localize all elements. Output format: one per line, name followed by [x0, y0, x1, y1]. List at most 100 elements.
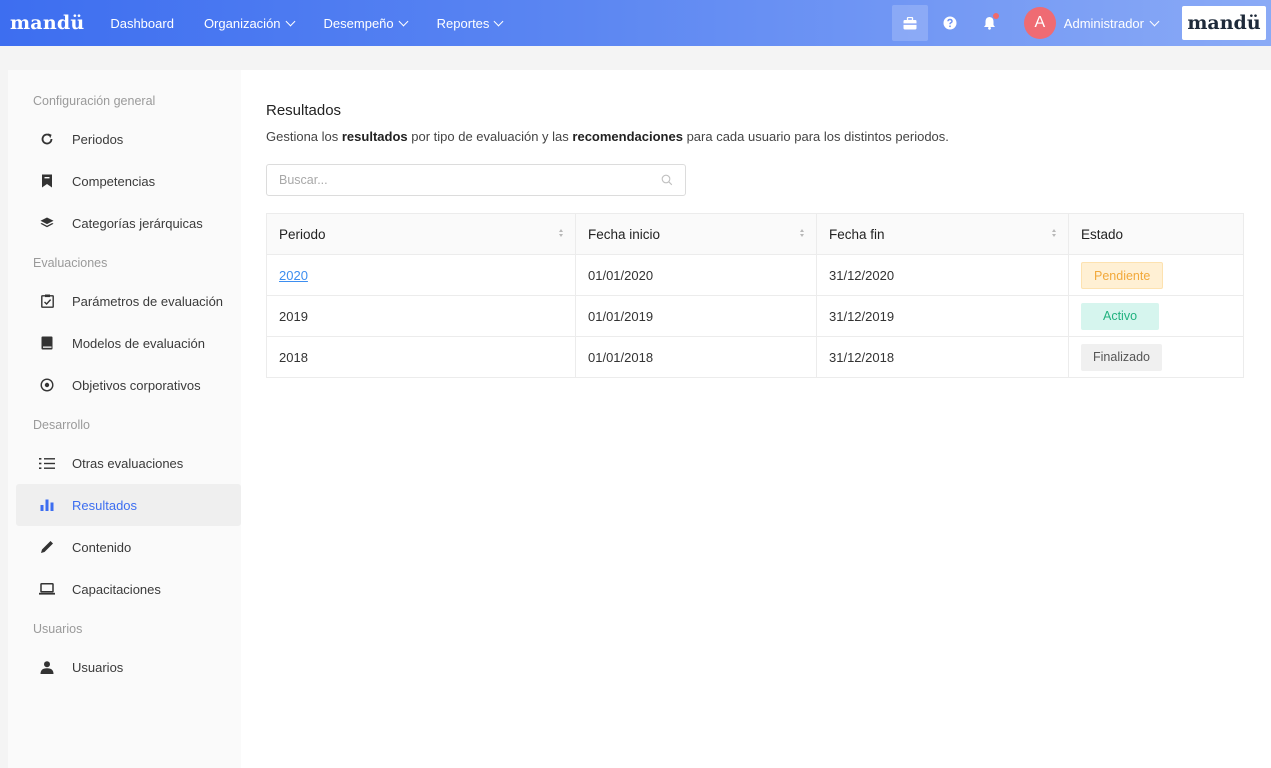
- table-row: 2019 01/01/2019 31/12/2019 Activo: [266, 295, 1244, 337]
- nav-label: Organización: [203, 15, 281, 31]
- user-menu[interactable]: Administrador: [1063, 15, 1160, 31]
- description-text: para cada usuario para los distintos per…: [682, 129, 949, 144]
- description-text: por tipo de evaluación y las: [407, 129, 573, 144]
- sidebar-item-usuarios[interactable]: Usuarios: [16, 646, 241, 688]
- nav-organizacion[interactable]: Organización: [203, 15, 295, 31]
- briefcase-icon: [903, 16, 917, 29]
- sidebar-section-title: Evaluaciones: [33, 256, 108, 270]
- column-header-label: Periodo: [279, 226, 326, 242]
- sidebar-item-label: Usuarios: [72, 659, 124, 675]
- sidebar-section-title: Configuración general: [33, 94, 156, 108]
- chevron-down-icon: [398, 16, 409, 26]
- cell-periodo: 2019: [266, 295, 576, 337]
- column-header-estado: Estado: [1068, 213, 1244, 255]
- sort-icon[interactable]: [1052, 229, 1056, 237]
- user-icon: [38, 658, 56, 676]
- cell-fecha-inicio: 01/01/2018: [575, 336, 817, 378]
- column-header-label: Estado: [1081, 226, 1124, 242]
- column-header-label: Fecha fin: [829, 226, 885, 242]
- cell-periodo: 2018: [266, 336, 576, 378]
- cell-periodo: 2020: [266, 254, 576, 296]
- sort-icon[interactable]: [559, 229, 563, 237]
- cell-estado: Pendiente: [1068, 254, 1244, 296]
- status-badge: Pendiente: [1081, 261, 1164, 289]
- top-right-actions: A Administrador mandü: [891, 0, 1271, 46]
- nav-label: Desempeño: [323, 15, 394, 31]
- cell-estado: Activo: [1068, 295, 1244, 337]
- sidebar-item-label: Contenido: [72, 539, 132, 555]
- sidebar: Configuración general Periodos Competenc…: [8, 70, 241, 768]
- sidebar-item-categorias[interactable]: Categorías jerárquicas: [16, 202, 241, 244]
- list-icon: [38, 454, 56, 472]
- briefcase-button[interactable]: [891, 5, 928, 41]
- refresh-icon: [38, 130, 56, 148]
- bar-chart-icon: [38, 496, 56, 514]
- sidebar-item-capacitaciones[interactable]: Capacitaciones: [16, 568, 241, 610]
- column-header-label: Fecha inicio: [588, 226, 661, 242]
- description-bold: recomendaciones: [572, 129, 683, 144]
- bookmark-icon: [38, 172, 56, 190]
- sidebar-item-otras-evaluaciones[interactable]: Otras evaluaciones: [16, 442, 241, 484]
- notification-dot: [992, 13, 999, 19]
- sidebar-item-label: Otras evaluaciones: [72, 455, 184, 471]
- cell-fecha-inicio: 01/01/2020: [575, 254, 817, 296]
- sidebar-item-resultados[interactable]: Resultados: [16, 484, 241, 526]
- checklist-icon: [38, 292, 56, 310]
- sidebar-item-parametros[interactable]: Parámetros de evaluación: [16, 280, 241, 322]
- page-description: Gestiona los resultados por tipo de eval…: [266, 129, 1249, 144]
- layers-icon: [38, 214, 56, 232]
- user-name-label: Administrador: [1063, 15, 1144, 31]
- main-content: Resultados Gestiona los resultados por t…: [241, 70, 1271, 768]
- sidebar-item-periodos[interactable]: Periodos: [16, 118, 241, 160]
- top-navbar: mandü Dashboard Organización Desempeño R…: [0, 0, 1271, 46]
- sidebar-item-competencias[interactable]: Competencias: [16, 160, 241, 202]
- avatar[interactable]: A: [1023, 7, 1056, 39]
- column-header-fecha-fin[interactable]: Fecha fin: [816, 213, 1069, 255]
- nav-reportes[interactable]: Reportes: [436, 15, 504, 31]
- sidebar-item-label: Categorías jerárquicas: [72, 215, 203, 231]
- cell-fecha-fin: 31/12/2019: [816, 295, 1069, 337]
- table-row: 2020 01/01/2020 31/12/2020 Pendiente: [266, 254, 1244, 296]
- sidebar-item-label: Periodos: [72, 131, 124, 147]
- chevron-down-icon: [493, 16, 504, 26]
- table-row: 2018 01/01/2018 31/12/2018 Finalizado: [266, 336, 1244, 378]
- nav-label: Dashboard: [110, 15, 174, 31]
- help-button[interactable]: [932, 5, 968, 41]
- chevron-down-icon: [1149, 16, 1160, 26]
- chevron-down-icon: [285, 16, 295, 26]
- sidebar-item-modelos[interactable]: Modelos de evaluación: [16, 322, 241, 364]
- search-input[interactable]: [279, 173, 661, 187]
- search-icon[interactable]: [661, 174, 673, 186]
- status-badge: Finalizado: [1081, 343, 1162, 371]
- nav-label: Reportes: [436, 15, 490, 31]
- sidebar-item-label: Competencias: [72, 173, 156, 189]
- sidebar-item-objetivos[interactable]: Objetivos corporativos: [16, 364, 241, 406]
- sidebar-section-title: Usuarios: [33, 622, 83, 636]
- cell-fecha-fin: 31/12/2018: [816, 336, 1069, 378]
- results-table: Periodo Fecha inicio Fecha fin Estado 20…: [266, 213, 1244, 378]
- pencil-icon: [38, 538, 56, 556]
- nav-dashboard[interactable]: Dashboard: [110, 16, 174, 31]
- company-logo: mandü: [1182, 6, 1266, 40]
- book-icon: [38, 334, 56, 352]
- nav-desempeno[interactable]: Desempeño: [323, 15, 409, 31]
- column-header-periodo[interactable]: Periodo: [266, 213, 576, 255]
- description-bold: resultados: [341, 129, 408, 144]
- notifications-button[interactable]: [972, 5, 1008, 41]
- sidebar-item-label: Objetivos corporativos: [72, 377, 201, 393]
- column-header-fecha-inicio[interactable]: Fecha inicio: [575, 213, 817, 255]
- cell-estado: Finalizado: [1069, 337, 1244, 378]
- periodo-link[interactable]: 2020: [279, 268, 308, 283]
- sidebar-item-label: Capacitaciones: [72, 581, 161, 597]
- page-title: Resultados: [266, 102, 342, 119]
- sidebar-item-label: Resultados: [72, 497, 138, 513]
- cell-fecha-fin: 31/12/2020: [816, 254, 1069, 296]
- search-box: [266, 164, 686, 196]
- sidebar-item-contenido[interactable]: Contenido: [16, 526, 241, 568]
- sidebar-section-title: Desarrollo: [33, 418, 90, 432]
- table-header-row: Periodo Fecha inicio Fecha fin Estado: [266, 213, 1244, 255]
- target-icon: [38, 376, 56, 394]
- brand-logo[interactable]: mandü: [10, 12, 84, 34]
- app-shell: Configuración general Periodos Competenc…: [8, 70, 1271, 768]
- sort-icon[interactable]: [800, 229, 804, 237]
